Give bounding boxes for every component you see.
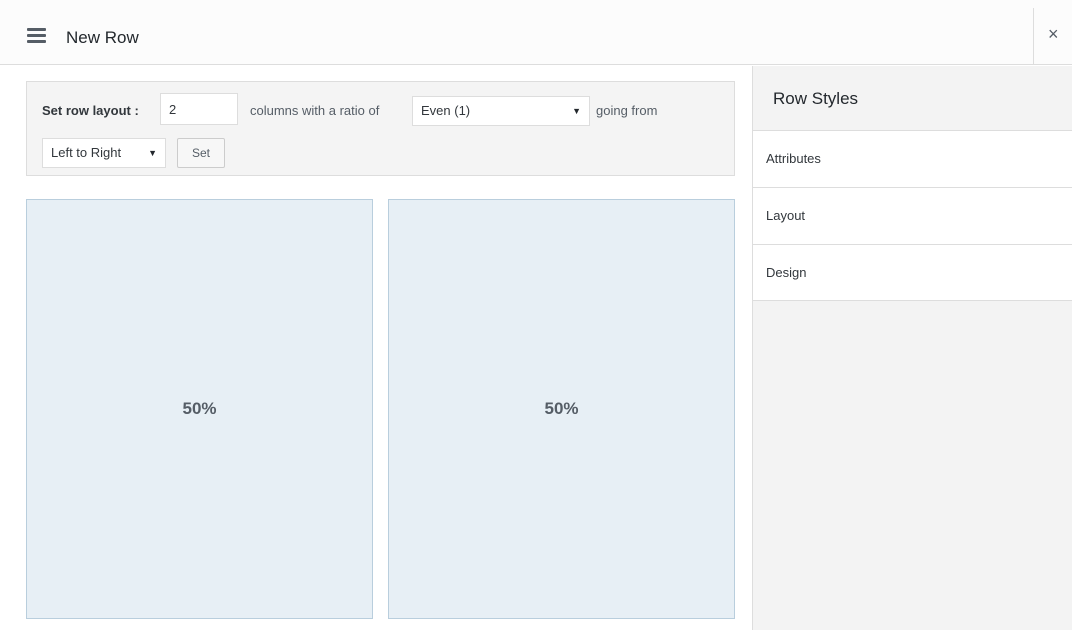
sidebar-item-design[interactable]: Design: [753, 244, 1072, 301]
row-cells: 50% 50%: [26, 199, 735, 619]
set-layout-button[interactable]: Set: [177, 138, 225, 168]
cell-width-label: 50%: [182, 399, 217, 418]
close-icon[interactable]: ×: [1048, 22, 1072, 46]
row-builder-main: Set row layout : columns with a ratio of…: [0, 66, 752, 630]
ratio-select-value: Even (1): [421, 103, 471, 118]
going-from-text: going from: [596, 103, 658, 118]
dialog-header: New Row ×: [0, 0, 1072, 65]
direction-select[interactable]: Left to Right ▼: [42, 138, 166, 168]
sidebar-item-layout[interactable]: Layout: [753, 187, 1072, 244]
direction-select-value: Left to Right: [51, 145, 122, 160]
set-row-layout-label: Set row layout :: [42, 103, 139, 118]
sidebar-item-attributes[interactable]: Attributes: [753, 130, 1072, 187]
row-layout-bar: Set row layout : columns with a ratio of…: [26, 81, 735, 176]
sidebar-title: Row Styles: [753, 66, 1072, 130]
dialog-title: New Row: [66, 28, 139, 47]
row-cell[interactable]: 50%: [388, 199, 735, 619]
header-divider: [1033, 8, 1034, 65]
columns-input[interactable]: [160, 93, 238, 125]
dropdown-arrow-icon: ▼: [572, 106, 581, 116]
row-cell[interactable]: 50%: [26, 199, 373, 619]
row-styles-sidebar: Row Styles Attributes Layout Design: [752, 66, 1072, 630]
dropdown-arrow-icon: ▼: [148, 148, 157, 158]
ratio-select[interactable]: Even (1) ▼: [412, 96, 590, 126]
hamburger-menu-icon[interactable]: [27, 28, 46, 43]
columns-ratio-text: columns with a ratio of: [250, 103, 380, 118]
cell-width-label: 50%: [544, 399, 579, 418]
